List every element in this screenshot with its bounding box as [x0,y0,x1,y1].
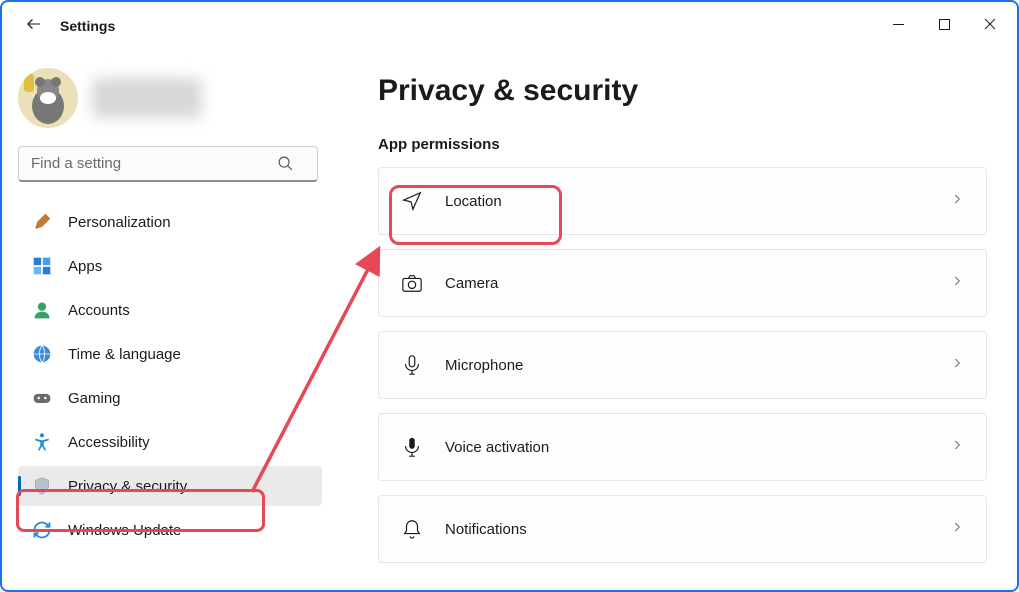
arrow-left-icon [21,15,43,38]
sidebar-item-label: Personalization [68,214,171,231]
sidebar-item-personalization[interactable]: Personalization [18,202,322,242]
chevron-right-icon [950,192,964,211]
chevron-right-icon [950,520,964,539]
maximize-button[interactable] [921,8,967,44]
minimize-icon [893,17,904,35]
chevron-right-icon [950,274,964,293]
card-label: Voice activation [445,439,549,456]
search-input[interactable] [18,146,318,182]
voice-activation-icon [401,436,423,458]
card-label: Microphone [445,357,523,374]
personalization-icon [32,212,52,232]
time-language-icon [32,344,52,364]
chevron-right-icon [950,438,964,457]
sidebar-item-label: Time & language [68,346,181,363]
privacy-security-icon [32,476,52,496]
card-voice-activation[interactable]: Voice activation [378,413,987,481]
minimize-button[interactable] [875,8,921,44]
maximize-icon [939,17,950,35]
sidebar-item-apps[interactable]: Apps [18,246,322,286]
card-label: Notifications [445,521,527,538]
close-button[interactable] [967,8,1013,44]
sidebar-item-label: Accessibility [68,434,150,451]
card-camera[interactable]: Camera [378,249,987,317]
microphone-icon [401,354,423,376]
avatar [18,68,78,128]
close-icon [984,17,996,35]
apps-icon [32,256,52,276]
content-area: Personalization Apps Accounts [2,50,1017,590]
sidebar-item-label: Privacy & security [68,478,187,495]
page-title: Privacy & security [378,74,987,108]
camera-icon [401,272,423,294]
card-notifications[interactable]: Notifications [378,495,987,563]
card-label: Camera [445,275,498,292]
back-button[interactable] [16,10,48,42]
main-panel: Privacy & security App permissions Locat… [334,50,1017,590]
sidebar-item-accounts[interactable]: Accounts [18,290,322,330]
sidebar-item-label: Accounts [68,302,130,319]
sidebar-item-label: Windows Update [68,522,181,539]
sidebar-item-label: Apps [68,258,102,275]
sidebar-item-accessibility[interactable]: Accessibility [18,422,322,462]
section-title: App permissions [378,136,987,153]
sidebar-item-time-language[interactable]: Time & language [18,334,322,374]
sidebar-item-label: Gaming [68,390,121,407]
sidebar: Personalization Apps Accounts [2,50,334,590]
sidebar-item-gaming[interactable]: Gaming [18,378,322,418]
user-profile[interactable] [18,62,322,134]
card-microphone[interactable]: Microphone [378,331,987,399]
sidebar-nav: Personalization Apps Accounts [18,198,322,590]
card-location[interactable]: Location [378,167,987,235]
chevron-right-icon [950,356,964,375]
card-label: Location [445,193,502,210]
window-controls [875,8,1013,44]
settings-window: Settings [0,0,1019,592]
sidebar-item-windows-update[interactable]: Windows Update [18,510,322,550]
gaming-icon [32,388,52,408]
search-container [18,146,318,182]
notifications-icon [401,518,423,540]
sidebar-item-privacy-security[interactable]: Privacy & security [18,466,322,506]
titlebar: Settings [2,2,1017,50]
window-title: Settings [60,18,115,34]
windows-update-icon [32,520,52,540]
location-icon [401,190,423,212]
accounts-icon [32,300,52,320]
user-name-blurred [92,78,202,118]
accessibility-icon [32,432,52,452]
